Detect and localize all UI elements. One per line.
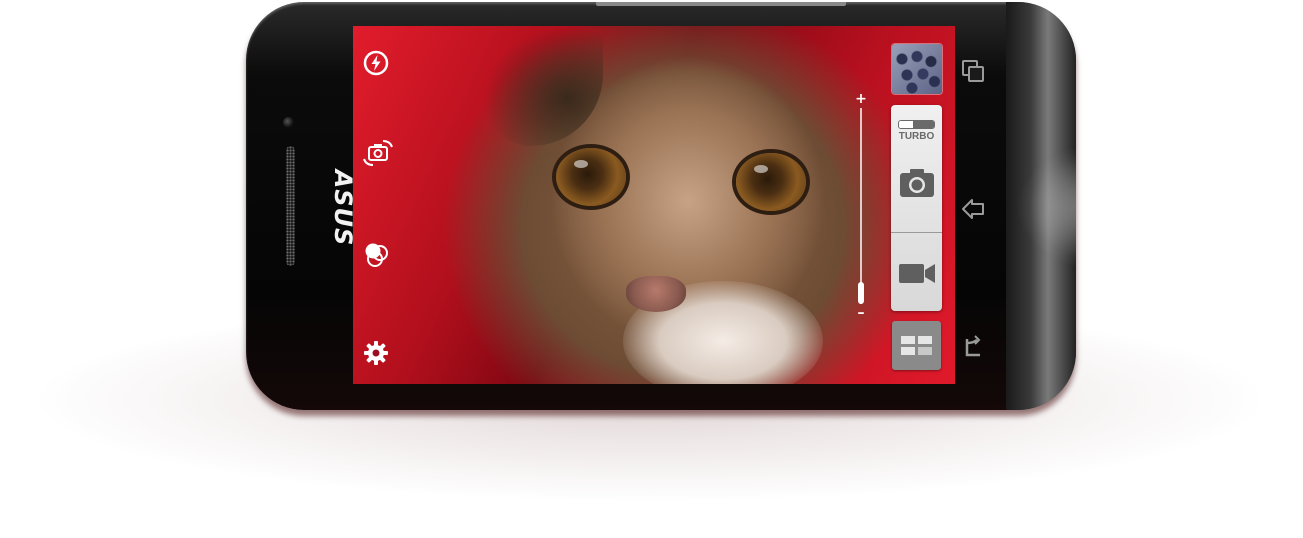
camera-viewfinder[interactable]: + – TURBO (353, 26, 955, 384)
turbo-label: TURBO (898, 131, 935, 142)
settings-gear-icon[interactable] (362, 339, 390, 367)
capture-panel-divider (891, 232, 942, 233)
switch-camera-icon[interactable] (362, 139, 394, 167)
camera-right-panel: TURBO (891, 26, 955, 384)
home-icon (962, 199, 984, 219)
camera-icon (900, 169, 934, 197)
video-camera-icon (899, 264, 935, 283)
flash-auto-icon[interactable] (362, 49, 390, 77)
front-camera-lens (283, 117, 294, 128)
viewfinder-photo-eye-right (736, 153, 806, 211)
back-icon (965, 335, 981, 357)
gallery-thumbnail[interactable] (892, 44, 942, 94)
color-effects-icon[interactable] (362, 240, 390, 268)
power-button (596, 2, 846, 6)
video-record-button[interactable] (891, 234, 942, 311)
brand-logo: ASUS (329, 169, 357, 247)
turbo-toggle[interactable] (899, 121, 934, 128)
earpiece-speaker-grille (286, 146, 295, 266)
viewfinder-photo-nose (626, 276, 686, 312)
home-button[interactable] (960, 196, 986, 222)
zoom-in-label[interactable]: + (853, 92, 869, 106)
camera-left-toolbar (353, 26, 399, 384)
mode-grid-icon (901, 336, 932, 355)
zoom-out-label[interactable]: – (853, 306, 869, 320)
back-button[interactable] (960, 334, 986, 360)
recent-apps-button[interactable] (960, 58, 986, 84)
shutter-button[interactable] (891, 150, 942, 230)
viewfinder-photo-eye-left (556, 148, 626, 206)
recent-apps-icon (962, 60, 984, 82)
zoom-slider[interactable]: + – (849, 92, 873, 320)
phone-end-cap (1006, 2, 1076, 410)
camera-mode-button[interactable] (892, 321, 941, 370)
product-shot: ASUS + – TURBO (0, 0, 1303, 538)
zoom-handle[interactable] (858, 282, 864, 304)
capture-panel: TURBO (891, 105, 942, 311)
zoom-track[interactable] (860, 108, 862, 304)
